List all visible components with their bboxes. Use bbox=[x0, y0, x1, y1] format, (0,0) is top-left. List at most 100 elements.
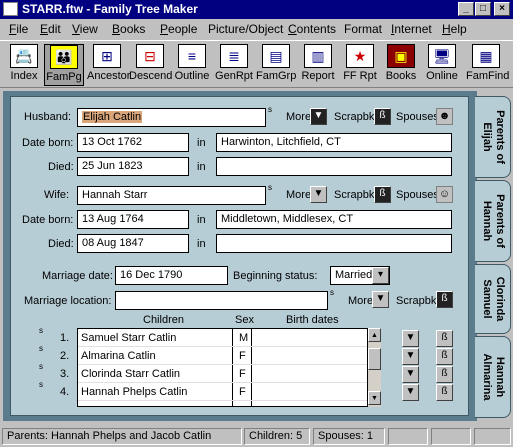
husband-scrapbk-label: Scrapbk bbox=[334, 111, 375, 123]
menu-internet[interactable]: Internet bbox=[391, 22, 432, 36]
scrapbook-icon: ß bbox=[379, 110, 386, 121]
menu-bar: File Edit View Books People Picture/Obje… bbox=[0, 19, 513, 39]
menu-view[interactable]: View bbox=[72, 22, 98, 36]
husband-born-place-field[interactable]: Harwinton, Litchfield, CT bbox=[216, 133, 452, 152]
marriage-location-label: Marriage location: bbox=[24, 295, 112, 307]
online-computer-icon: 🖥 bbox=[428, 44, 456, 68]
husband-died-place-field[interactable] bbox=[216, 157, 452, 176]
child-more-button[interactable]: ▼ bbox=[402, 366, 419, 383]
toolbar-famfind-button[interactable]: ▦ FamFind bbox=[466, 44, 509, 86]
wife-source-mark[interactable]: s bbox=[268, 183, 272, 192]
wife-died-place-field[interactable] bbox=[216, 234, 452, 253]
husband-name-field[interactable]: Elijah Catlin bbox=[77, 108, 266, 127]
child-sex[interactable]: F bbox=[239, 368, 246, 380]
wife-spouses-button[interactable]: ☺ bbox=[436, 186, 453, 203]
child-more-button[interactable]: ▼ bbox=[402, 384, 419, 401]
maximize-button[interactable]: □ bbox=[475, 2, 491, 16]
toolbar-fampg-button[interactable]: 👪 FamPg bbox=[44, 44, 84, 86]
app-icon[interactable] bbox=[3, 2, 18, 16]
child-number: 3. bbox=[60, 368, 70, 380]
books-icon: ▣ bbox=[387, 44, 415, 68]
child-scrapbook-button[interactable]: ß bbox=[436, 348, 453, 365]
marriage-source-mark[interactable]: s bbox=[330, 288, 334, 297]
husband-more-button[interactable]: ▼ bbox=[310, 108, 327, 125]
arrow-up-icon: ▲ bbox=[371, 332, 378, 339]
menu-edit[interactable]: Edit bbox=[40, 22, 61, 36]
child-more-button[interactable]: ▼ bbox=[402, 348, 419, 365]
menu-picture-object[interactable]: Picture/Object bbox=[208, 22, 283, 36]
wife-name-field[interactable]: Hannah Starr bbox=[77, 186, 266, 205]
menu-people[interactable]: People bbox=[160, 22, 197, 36]
toolbar-ffrpt-button[interactable]: ★ FF Rpt bbox=[340, 44, 380, 86]
arrow-down-icon: ▼ bbox=[405, 386, 416, 397]
child-more-button[interactable]: ▼ bbox=[402, 330, 419, 347]
husband-died-in-label: in bbox=[197, 161, 206, 173]
child-sex[interactable]: F bbox=[239, 350, 246, 362]
menu-contents[interactable]: Contents bbox=[288, 22, 336, 36]
wife-born-date-field[interactable]: 13 Aug 1764 bbox=[77, 210, 189, 229]
child-name[interactable]: Almarina Catlin bbox=[81, 350, 156, 362]
ancestor-tree-icon: ⊞ bbox=[93, 44, 121, 68]
scroll-thumb[interactable] bbox=[368, 348, 381, 370]
child-scrapbook-button[interactable]: ß bbox=[436, 366, 453, 383]
status-bar: Parents: Hannah Phelps and Jacob Catlin … bbox=[0, 426, 513, 447]
child-source-mark[interactable]: s bbox=[39, 326, 43, 335]
menu-file[interactable]: File bbox=[9, 22, 28, 36]
husband-born-date-field[interactable]: 13 Oct 1762 bbox=[77, 133, 189, 152]
child-source-mark[interactable]: s bbox=[39, 344, 43, 353]
beginning-status-dropdown-button[interactable]: ▾ bbox=[372, 267, 389, 284]
husband-spouses-button[interactable]: ☻ bbox=[436, 108, 453, 125]
tab-parents-of-elijah[interactable]: Parents of Elijah bbox=[475, 96, 511, 178]
tab-child-hannah-almarina[interactable]: Hannah Almarina bbox=[475, 336, 511, 418]
marriage-more-button[interactable]: ▼ bbox=[372, 291, 389, 308]
child-sex[interactable]: M bbox=[239, 332, 248, 344]
child-scrapbook-button[interactable]: ß bbox=[436, 384, 453, 401]
husband-died-date-field[interactable]: 25 Jun 1823 bbox=[77, 157, 189, 176]
child-row[interactable]: Almarina Catlin F bbox=[78, 347, 380, 365]
child-name[interactable]: Clorinda Starr Catlin bbox=[81, 368, 180, 380]
husband-scrapbook-button[interactable]: ß bbox=[374, 108, 391, 125]
menu-help[interactable]: Help bbox=[442, 22, 467, 36]
child-name[interactable]: Hannah Phelps Catlin bbox=[81, 386, 187, 398]
marriage-date-field[interactable]: 16 Dec 1790 bbox=[115, 266, 228, 285]
outline-icon: ≡ bbox=[178, 44, 206, 68]
child-sex[interactable]: F bbox=[239, 386, 246, 398]
toolbar-report-button[interactable]: ▥ Report bbox=[300, 44, 336, 86]
child-scrapbook-button[interactable]: ß bbox=[436, 330, 453, 347]
menu-books[interactable]: Books bbox=[112, 22, 145, 36]
toolbar-famgrp-button[interactable]: ▤ FamGrp bbox=[256, 44, 296, 86]
toolbar-descend-button[interactable]: ⊟ Descend bbox=[129, 44, 172, 86]
toolbar-outline-button[interactable]: ≡ Outline bbox=[174, 44, 210, 86]
toolbar-online-button[interactable]: 🖥 Online bbox=[424, 44, 460, 86]
close-button[interactable]: × bbox=[494, 2, 510, 16]
scroll-up-button[interactable]: ▲ bbox=[368, 328, 381, 342]
marriage-more-label: More bbox=[348, 295, 374, 307]
wife-more-button[interactable]: ▼ bbox=[310, 186, 327, 203]
husband-source-mark[interactable]: s bbox=[268, 105, 272, 114]
toolbar-genrpt-button[interactable]: ≣ GenRpt bbox=[214, 44, 254, 86]
birth-dates-header: Birth dates bbox=[286, 314, 339, 326]
toolbar-books-button[interactable]: ▣ Books bbox=[384, 44, 418, 86]
children-scrollbar[interactable]: ▲ ▼ bbox=[367, 328, 381, 407]
children-list[interactable]: Samuel Starr Catlin M Almarina Catlin F … bbox=[77, 328, 381, 407]
wife-born-place-field[interactable]: Middletown, Middlesex, CT bbox=[216, 210, 452, 229]
child-source-mark[interactable]: s bbox=[39, 362, 43, 371]
marriage-location-field[interactable] bbox=[115, 291, 328, 310]
child-name[interactable]: Samuel Starr Catlin bbox=[81, 332, 176, 344]
wife-died-date-field[interactable]: 08 Aug 1847 bbox=[77, 234, 189, 253]
child-row[interactable]: Hannah Phelps Catlin F bbox=[78, 383, 380, 401]
wife-scrapbook-button[interactable]: ß bbox=[374, 186, 391, 203]
tab-child-clorinda-samuel[interactable]: Clorinda Samuel bbox=[475, 264, 511, 334]
scrapbook-icon: ß bbox=[441, 386, 448, 397]
scroll-down-button[interactable]: ▼ bbox=[368, 391, 381, 405]
child-source-mark[interactable]: s bbox=[39, 380, 43, 389]
tab-parents-of-hannah[interactable]: Parents of Hannah bbox=[475, 180, 511, 262]
toolbar-index-button[interactable]: 📇 Index bbox=[6, 44, 42, 86]
marriage-scrapbook-button[interactable]: ß bbox=[436, 291, 453, 308]
sex-header: Sex bbox=[235, 314, 254, 326]
child-row[interactable]: Samuel Starr Catlin M bbox=[78, 329, 380, 347]
minimize-button[interactable]: _ bbox=[458, 2, 474, 16]
menu-format[interactable]: Format bbox=[344, 22, 382, 36]
toolbar-ancestor-button[interactable]: ⊞ Ancestor bbox=[87, 44, 130, 86]
child-row[interactable]: Clorinda Starr Catlin F bbox=[78, 365, 380, 383]
